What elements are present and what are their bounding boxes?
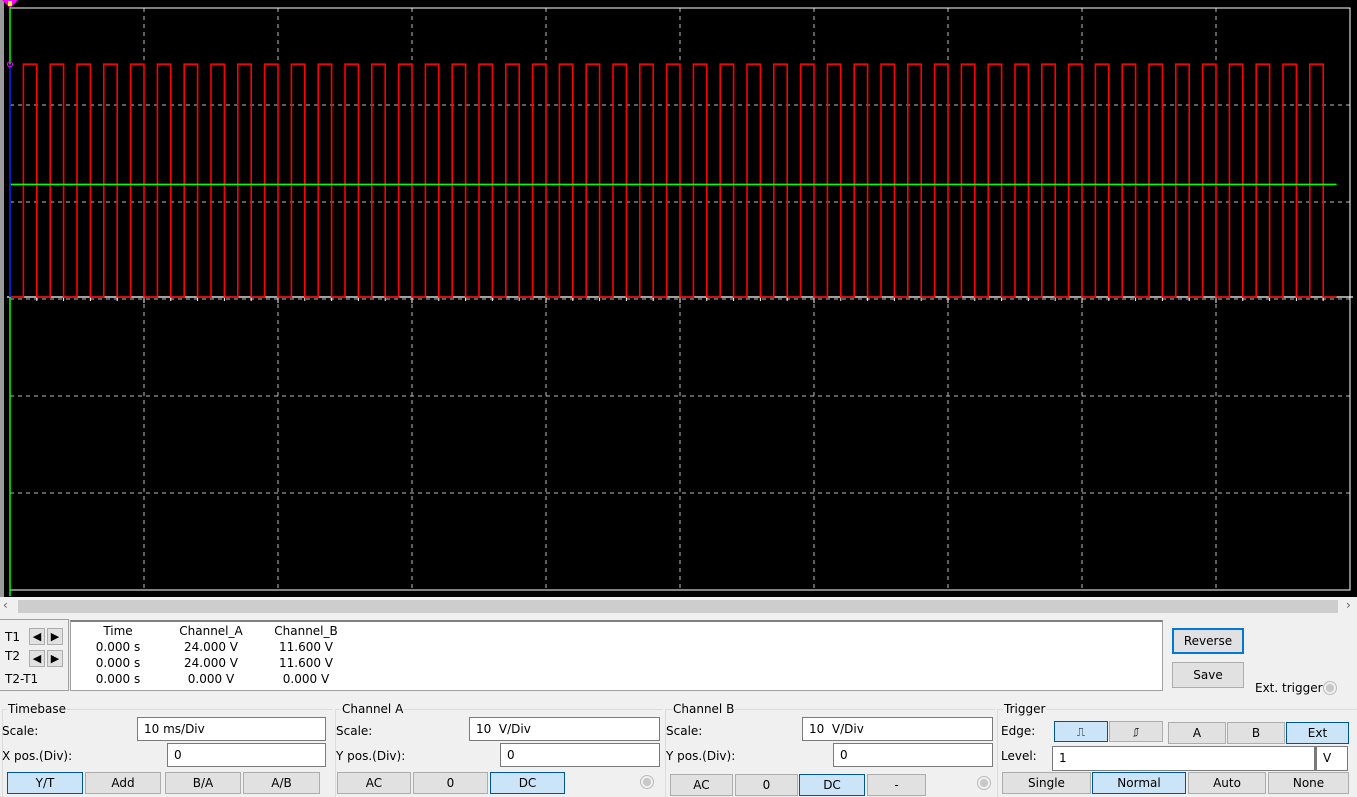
mode-ba-button[interactable]: B/A: [165, 772, 241, 794]
scroll-right-icon[interactable]: ›: [1346, 598, 1351, 612]
channel-b-ypos-input[interactable]: 0: [833, 743, 993, 767]
cursor-handle-label: [8, 1, 12, 6]
channel-a-dc-button[interactable]: DC: [490, 772, 565, 794]
trigger-source-b-button[interactable]: B: [1227, 722, 1285, 744]
channel-b-terminal[interactable]: [977, 776, 991, 790]
channel-b-zero-button[interactable]: 0: [735, 774, 798, 796]
timebase-scale-input[interactable]: 10 ms/Div: [137, 717, 326, 741]
rising-edge-button[interactable]: ⎍: [1054, 721, 1108, 742]
waveform-plot: [2, 0, 1353, 596]
rising-edge-icon: ⎍: [1076, 725, 1086, 739]
trigger-source-a-button[interactable]: A: [1168, 722, 1226, 744]
trigger-edge-label: Edge:: [1001, 724, 1036, 738]
timebase-scale-label: Scale:: [2, 724, 39, 738]
channel-b-dc-button[interactable]: DC: [799, 774, 865, 796]
readout-header: Channel_B: [274, 624, 338, 638]
cursor-controls: T1 ◀ ▶ T2 ◀ ▶ T2-T1: [0, 619, 69, 691]
channel-b-ac-button[interactable]: AC: [670, 774, 733, 796]
arrow-left-icon: ◀: [32, 652, 42, 665]
trigger-title: Trigger: [1003, 702, 1047, 716]
readout-cell: 11.600 V: [278, 656, 333, 670]
channel-a-title: Channel A: [341, 702, 405, 716]
readout-header: Channel_A: [179, 624, 243, 638]
trigger-normal-button[interactable]: Normal: [1092, 772, 1186, 794]
t1-label: T1: [5, 630, 20, 644]
channel-b-scale-input[interactable]: 10 V/Div: [802, 717, 993, 741]
t2-t1-label: T2-T1: [5, 672, 39, 686]
channel-a-terminal[interactable]: [640, 775, 654, 789]
channel-b-ypos-label: Y pos.(Div):: [666, 749, 736, 763]
channel-a-scale-label: Scale:: [336, 724, 373, 738]
readout-cell: 0.000 V: [187, 672, 235, 686]
trigger-none-button[interactable]: None: [1268, 772, 1349, 794]
horizontal-scrollbar[interactable]: ‹ ›: [0, 598, 1357, 615]
arrow-left-icon: ◀: [32, 630, 42, 643]
channel-b-title: Channel B: [672, 702, 736, 716]
readout-cell: 24.000 V: [183, 656, 238, 670]
reverse-button[interactable]: Reverse: [1172, 628, 1244, 654]
readout-cell: 11.600 V: [278, 640, 333, 654]
readout-header: Time: [103, 624, 133, 638]
mode-yt-button[interactable]: Y/T: [7, 772, 83, 794]
save-button[interactable]: Save: [1172, 662, 1244, 688]
ext-trigger-terminal[interactable]: [1323, 681, 1337, 695]
arrow-right-icon: ▶: [50, 630, 60, 643]
trigger-level-input[interactable]: 1: [1052, 746, 1315, 771]
scroll-left-icon[interactable]: ‹: [3, 598, 8, 612]
t1-right-button[interactable]: ▶: [47, 628, 63, 645]
channel-a-ypos-label: Y pos.(Div):: [336, 749, 406, 763]
trigger-level-unit[interactable]: V: [1315, 746, 1348, 771]
channel-a-ypos-input[interactable]: 0: [500, 743, 660, 767]
timebase-title: Timebase: [7, 702, 67, 716]
t2-left-button[interactable]: ◀: [29, 650, 45, 667]
channel-a-ac-button[interactable]: AC: [337, 772, 411, 794]
readout-cell: 0.000 V: [282, 672, 330, 686]
channel-a-trace: [10, 63, 1337, 298]
mode-add-button[interactable]: Add: [85, 772, 161, 794]
measurement-readout: Time Channel_A Channel_B 0.000 s 24.000 V 11.…: [70, 620, 1163, 691]
trigger-auto-button[interactable]: Auto: [1188, 772, 1266, 794]
falling-edge-button[interactable]: ⎎: [1109, 721, 1163, 742]
oscilloscope-screen: [0, 0, 1357, 597]
timebase-xpos-input[interactable]: 0: [167, 743, 326, 767]
mode-ab-button[interactable]: A/B: [243, 772, 320, 794]
readout-cell: 0.000 s: [95, 672, 141, 686]
t2-label: T2: [5, 649, 20, 663]
readout-cell: 0.000 s: [95, 656, 141, 670]
arrow-right-icon: ▶: [50, 652, 60, 665]
scroll-track[interactable]: [18, 600, 1338, 613]
readout-cell: 24.000 V: [183, 640, 238, 654]
t1-left-button[interactable]: ◀: [29, 628, 45, 645]
trigger-source-ext-button[interactable]: Ext: [1286, 722, 1349, 744]
channel-b-scale-label: Scale:: [666, 724, 703, 738]
t2-right-button[interactable]: ▶: [47, 650, 63, 667]
readout-cell: 0.000 s: [95, 640, 141, 654]
channel-a-zero-button[interactable]: 0: [413, 772, 488, 794]
trigger-single-button[interactable]: Single: [1002, 772, 1091, 794]
ext-trigger-label: Ext. trigger: [1255, 681, 1323, 695]
channel-b-invert-button[interactable]: -: [867, 774, 926, 796]
falling-edge-icon: ⎎: [1132, 725, 1140, 739]
trigger-level-label: Level:: [1001, 749, 1037, 763]
channel-a-scale-input[interactable]: 10 V/Div: [469, 717, 660, 741]
timebase-xpos-label: X pos.(Div):: [2, 749, 73, 763]
